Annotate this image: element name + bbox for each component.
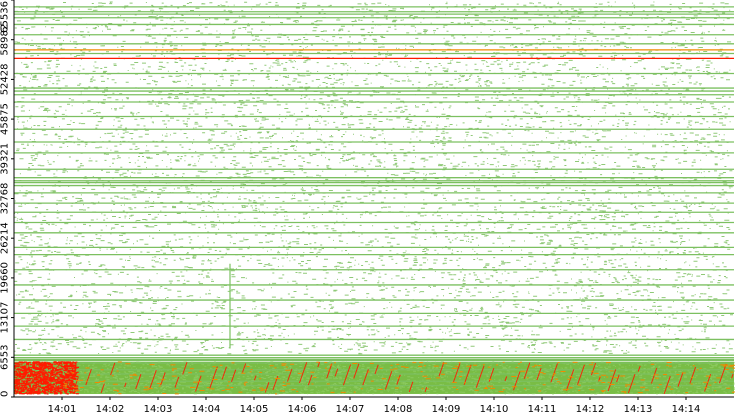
chart-svg: 0 6553 13107 19660 26214 32768 39321 45875 52428… (0, 0, 735, 415)
hot-spot-cluster (14, 361, 79, 395)
x-tick-label-5: 14:06 (288, 404, 317, 415)
x-tick-label-4: 14:05 (240, 404, 269, 415)
x-tick-label-8: 14:09 (432, 404, 461, 415)
rate-chart: 0 6553 13107 19660 26214 32768 39321 45875 52428… (0, 0, 735, 415)
x-tick-label-2: 14:03 (144, 404, 173, 415)
y-tick-label-1: 6553 (0, 345, 10, 370)
y-tick-label-10: 65536 (0, 1, 10, 33)
y-tick-label-8: 52428 (0, 63, 10, 95)
x-tick-label-1: 14:02 (96, 404, 125, 415)
y-tick-label-2: 13107 (0, 302, 10, 334)
x-tick-label-6: 14:07 (336, 404, 365, 415)
x-tick-label-9: 14:10 (480, 404, 509, 415)
x-tick-label-12: 14:13 (624, 404, 653, 415)
x-tick-label-10: 14:11 (528, 404, 557, 415)
y-tick-label-5: 32768 (0, 183, 10, 215)
x-tick-label-0: 14:01 (48, 404, 77, 415)
x-tick-label-3: 14:04 (192, 404, 221, 415)
x-tick-label-7: 14:08 (384, 404, 413, 415)
y-tick-label-0: 0 (0, 391, 10, 397)
y-tick-label-6: 39321 (0, 143, 10, 175)
y-tick-label-3: 19660 (0, 262, 10, 294)
x-tick-label-13: 14:14 (672, 404, 701, 415)
y-tick-label-4: 26214 (0, 222, 10, 254)
x-tick-label-11: 14:12 (576, 404, 605, 415)
y-tick-label-7: 45875 (0, 103, 10, 135)
